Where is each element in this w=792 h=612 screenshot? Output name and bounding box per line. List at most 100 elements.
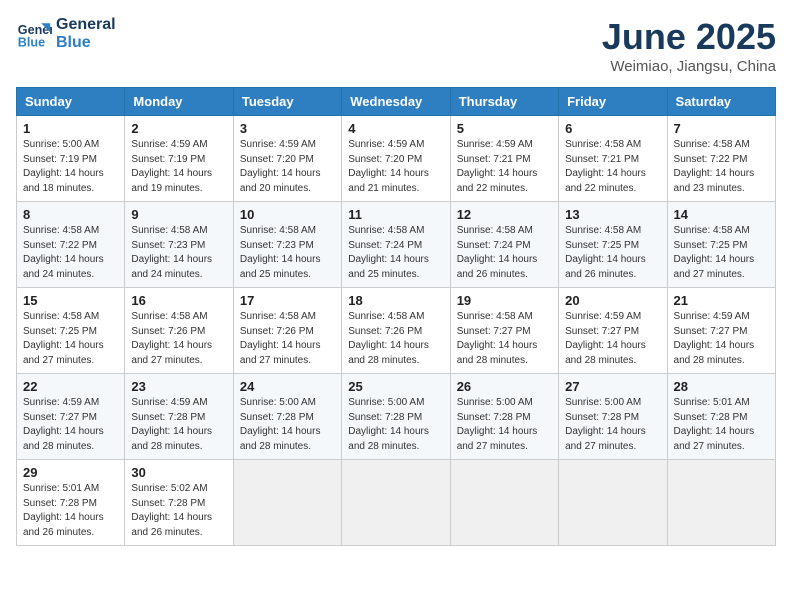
calendar-cell-empty — [450, 460, 558, 546]
day-number: 8 — [23, 207, 118, 222]
day-number: 17 — [240, 293, 335, 308]
calendar-cell-12: 12Sunrise: 4:58 AM Sunset: 7:24 PM Dayli… — [450, 202, 558, 288]
calendar-cell-7: 7 Sunrise: 4:58 AM Sunset: 7:22 PM Daylig… — [667, 116, 775, 202]
calendar-cell-23: 23 Sunrise: 4:59 AM Sunset: 7:28 PM Dayli… — [125, 374, 233, 460]
day-content: Sunrise: 4:58 AM Sunset: 7:26 PM Dayligh… — [240, 310, 335, 368]
calendar-cell-4: 4Sunrise: 4:59 AM Sunset: 7:20 PM Daylig… — [342, 116, 450, 202]
day-number: 23 — [131, 379, 226, 394]
calendar-cell-27: 27Sunrise: 5:00 AM Sunset: 7:28 PM Dayli… — [559, 374, 667, 460]
location-title: Weimiao, Jiangsu, China — [602, 58, 776, 75]
day-content: Sunrise: 4:58 AM Sunset: 7:24 PM Dayligh… — [348, 224, 443, 282]
calendar-cell-1: 1 Sunrise: 5:00 AM Sunset: 7:19 PM Daylig… — [17, 116, 125, 202]
day-number: 9 — [131, 207, 226, 222]
calendar-cell-25: 25 Sunrise: 5:00 AM Sunset: 7:28 PM Dayli… — [342, 374, 450, 460]
calendar-cell-19: 19Sunrise: 4:58 AM Sunset: 7:27 PM Dayli… — [450, 288, 558, 374]
day-number: 1 — [23, 121, 118, 136]
day-number: 25 — [348, 379, 443, 394]
calendar-cell-8: 8 Sunrise: 4:58 AM Sunset: 7:22 PM Daylig… — [17, 202, 125, 288]
day-number: 29 — [23, 465, 118, 480]
calendar-cell-30: 30Sunrise: 5:02 AM Sunset: 7:28 PM Dayli… — [125, 460, 233, 546]
day-content: Sunrise: 4:59 AM Sunset: 7:27 PM Dayligh… — [565, 310, 660, 368]
calendar-cell-24: 24 Sunrise: 5:00 AM Sunset: 7:28 PM Dayli… — [233, 374, 341, 460]
calendar-cell-22: 22Sunrise: 4:59 AM Sunset: 7:27 PM Dayli… — [17, 374, 125, 460]
day-content: Sunrise: 5:02 AM Sunset: 7:28 PM Dayligh… — [131, 482, 226, 540]
day-content: Sunrise: 4:58 AM Sunset: 7:27 PM Dayligh… — [457, 310, 552, 368]
logo: General Blue General Blue — [16, 16, 116, 52]
day-content: Sunrise: 4:58 AM Sunset: 7:22 PM Dayligh… — [23, 224, 118, 282]
day-number: 15 — [23, 293, 118, 308]
calendar-week-3: 22Sunrise: 4:59 AM Sunset: 7:27 PM Dayli… — [17, 374, 776, 460]
calendar-cell-16: 16Sunrise: 4:58 AM Sunset: 7:26 PM Dayli… — [125, 288, 233, 374]
day-content: Sunrise: 5:01 AM Sunset: 7:28 PM Dayligh… — [23, 482, 118, 540]
day-number: 7 — [674, 121, 769, 136]
calendar-cell-14: 14 Sunrise: 4:58 AM Sunset: 7:25 PM Dayli… — [667, 202, 775, 288]
calendar-cell-17: 17 Sunrise: 4:58 AM Sunset: 7:26 PM Dayli… — [233, 288, 341, 374]
day-content: Sunrise: 4:59 AM Sunset: 7:21 PM Dayligh… — [457, 138, 552, 196]
day-content: Sunrise: 4:58 AM Sunset: 7:22 PM Dayligh… — [674, 138, 769, 196]
calendar: SundayMondayTuesdayWednesdayThursdayFrid… — [16, 87, 776, 546]
day-content: Sunrise: 5:00 AM Sunset: 7:19 PM Dayligh… — [23, 138, 118, 196]
day-of-week-friday: Friday — [559, 88, 667, 116]
day-content: Sunrise: 4:58 AM Sunset: 7:23 PM Dayligh… — [240, 224, 335, 282]
day-number: 20 — [565, 293, 660, 308]
day-number: 6 — [565, 121, 660, 136]
calendar-week-2: 15 Sunrise: 4:58 AM Sunset: 7:25 PM Dayli… — [17, 288, 776, 374]
day-content: Sunrise: 4:58 AM Sunset: 7:25 PM Dayligh… — [565, 224, 660, 282]
day-number: 13 — [565, 207, 660, 222]
calendar-cell-13: 13 Sunrise: 4:58 AM Sunset: 7:25 PM Dayli… — [559, 202, 667, 288]
calendar-cell-empty — [342, 460, 450, 546]
day-content: Sunrise: 5:01 AM Sunset: 7:28 PM Dayligh… — [674, 396, 769, 454]
logo-general: General — [56, 16, 116, 34]
day-content: Sunrise: 4:59 AM Sunset: 7:27 PM Dayligh… — [674, 310, 769, 368]
day-content: Sunrise: 4:59 AM Sunset: 7:20 PM Dayligh… — [240, 138, 335, 196]
day-content: Sunrise: 4:58 AM Sunset: 7:24 PM Dayligh… — [457, 224, 552, 282]
day-number: 14 — [674, 207, 769, 222]
calendar-cell-empty — [667, 460, 775, 546]
day-content: Sunrise: 4:59 AM Sunset: 7:27 PM Dayligh… — [23, 396, 118, 454]
calendar-cell-3: 3 Sunrise: 4:59 AM Sunset: 7:20 PM Daylig… — [233, 116, 341, 202]
calendar-cell-9: 9Sunrise: 4:58 AM Sunset: 7:23 PM Daylig… — [125, 202, 233, 288]
day-of-week-tuesday: Tuesday — [233, 88, 341, 116]
calendar-cell-2: 2Sunrise: 4:59 AM Sunset: 7:19 PM Daylig… — [125, 116, 233, 202]
day-content: Sunrise: 4:58 AM Sunset: 7:26 PM Dayligh… — [131, 310, 226, 368]
day-content: Sunrise: 4:58 AM Sunset: 7:21 PM Dayligh… — [565, 138, 660, 196]
day-content: Sunrise: 5:00 AM Sunset: 7:28 PM Dayligh… — [240, 396, 335, 454]
header: General Blue General Blue June 2025 Weim… — [16, 16, 776, 75]
calendar-cell-10: 10 Sunrise: 4:58 AM Sunset: 7:23 PM Dayli… — [233, 202, 341, 288]
calendar-cell-15: 15 Sunrise: 4:58 AM Sunset: 7:25 PM Dayli… — [17, 288, 125, 374]
day-number: 18 — [348, 293, 443, 308]
day-content: Sunrise: 4:58 AM Sunset: 7:26 PM Dayligh… — [348, 310, 443, 368]
calendar-cell-29: 29 Sunrise: 5:01 AM Sunset: 7:28 PM Dayli… — [17, 460, 125, 546]
day-content: Sunrise: 4:59 AM Sunset: 7:19 PM Dayligh… — [131, 138, 226, 196]
day-content: Sunrise: 4:58 AM Sunset: 7:25 PM Dayligh… — [23, 310, 118, 368]
calendar-cell-5: 5Sunrise: 4:59 AM Sunset: 7:21 PM Daylig… — [450, 116, 558, 202]
calendar-cell-26: 26 Sunrise: 5:00 AM Sunset: 7:28 PM Dayli… — [450, 374, 558, 460]
day-content: Sunrise: 4:59 AM Sunset: 7:28 PM Dayligh… — [131, 396, 226, 454]
day-number: 28 — [674, 379, 769, 394]
month-title: June 2025 — [602, 16, 776, 58]
day-number: 11 — [348, 207, 443, 222]
day-number: 3 — [240, 121, 335, 136]
title-area: June 2025 Weimiao, Jiangsu, China — [602, 16, 776, 75]
calendar-cell-empty — [233, 460, 341, 546]
day-content: Sunrise: 5:00 AM Sunset: 7:28 PM Dayligh… — [348, 396, 443, 454]
logo-blue: Blue — [56, 34, 116, 52]
day-of-week-thursday: Thursday — [450, 88, 558, 116]
calendar-cell-28: 28 Sunrise: 5:01 AM Sunset: 7:28 PM Dayli… — [667, 374, 775, 460]
day-number: 24 — [240, 379, 335, 394]
calendar-cell-11: 11 Sunrise: 4:58 AM Sunset: 7:24 PM Dayli… — [342, 202, 450, 288]
calendar-week-1: 8 Sunrise: 4:58 AM Sunset: 7:22 PM Daylig… — [17, 202, 776, 288]
day-number: 27 — [565, 379, 660, 394]
day-content: Sunrise: 4:58 AM Sunset: 7:25 PM Dayligh… — [674, 224, 769, 282]
day-number: 10 — [240, 207, 335, 222]
day-content: Sunrise: 5:00 AM Sunset: 7:28 PM Dayligh… — [457, 396, 552, 454]
day-of-week-monday: Monday — [125, 88, 233, 116]
calendar-cell-20: 20 Sunrise: 4:59 AM Sunset: 7:27 PM Dayli… — [559, 288, 667, 374]
day-of-week-saturday: Saturday — [667, 88, 775, 116]
calendar-header-row: SundayMondayTuesdayWednesdayThursdayFrid… — [17, 88, 776, 116]
calendar-cell-21: 21Sunrise: 4:59 AM Sunset: 7:27 PM Dayli… — [667, 288, 775, 374]
svg-text:Blue: Blue — [18, 36, 45, 50]
day-number: 26 — [457, 379, 552, 394]
day-content: Sunrise: 4:59 AM Sunset: 7:20 PM Dayligh… — [348, 138, 443, 196]
calendar-cell-18: 18 Sunrise: 4:58 AM Sunset: 7:26 PM Dayli… — [342, 288, 450, 374]
